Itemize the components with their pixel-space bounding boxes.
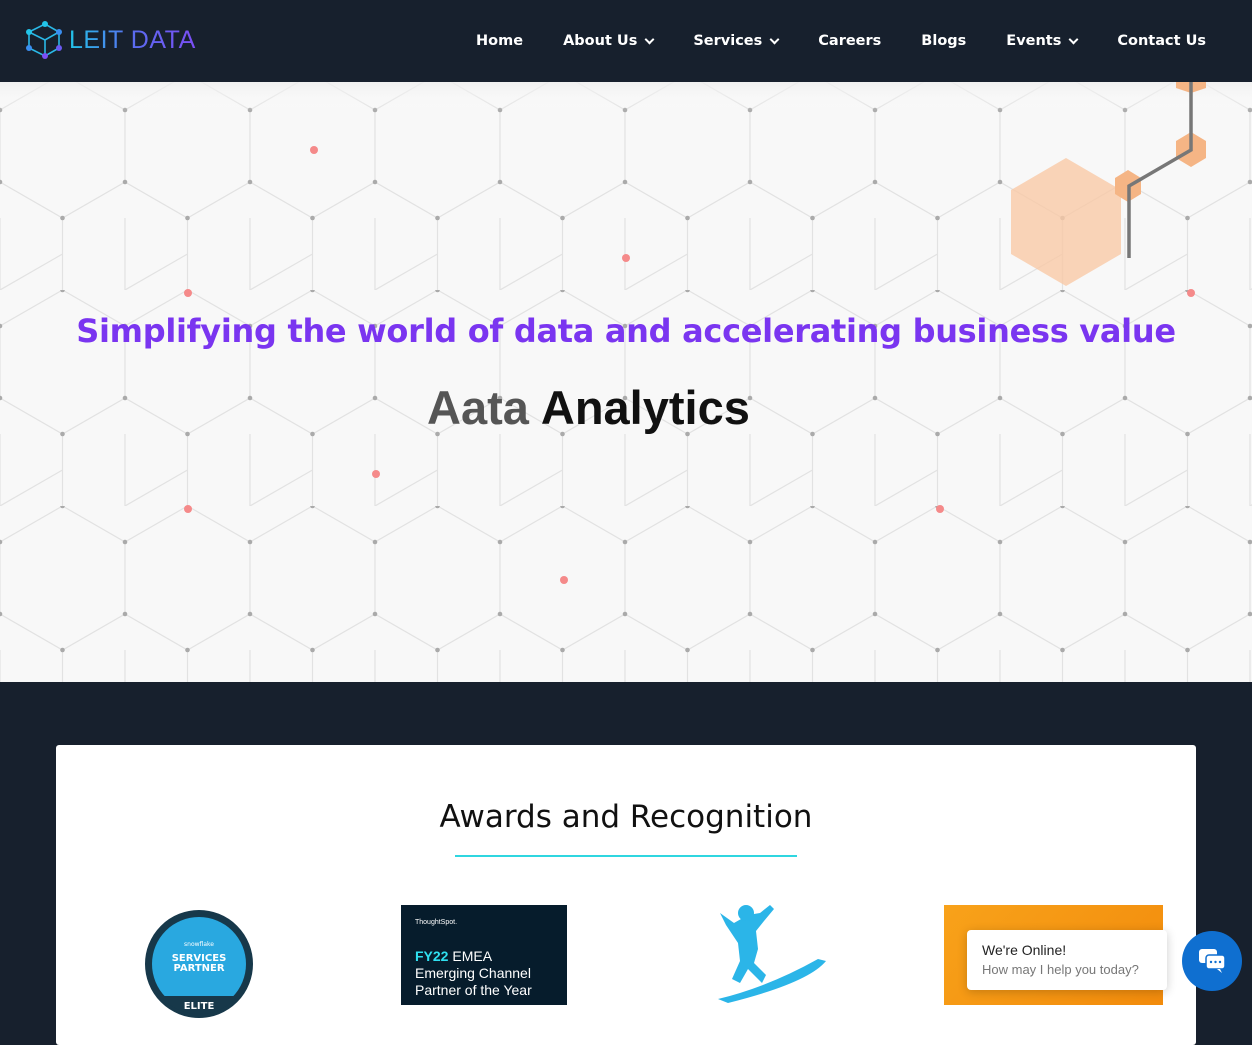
chevron-down-icon xyxy=(769,34,780,44)
hero-headline: Aata Analytics xyxy=(427,380,750,435)
open-chat-button[interactable] xyxy=(1182,931,1242,991)
badge-line: Emerging Channel xyxy=(415,965,531,981)
chat-greeting-popup[interactable]: We're Online! How may I help you today? xyxy=(967,930,1167,990)
nav-item-about-us[interactable]: About Us xyxy=(563,33,655,49)
chevron-down-icon xyxy=(1068,34,1079,44)
nav-item-label: Events xyxy=(1006,33,1062,49)
nav-item-label: About Us xyxy=(563,33,638,49)
cube-network-icon xyxy=(26,21,62,59)
nav-item-contact-us[interactable]: Contact Us xyxy=(1117,33,1206,49)
awards-section: Awards and Recognition snowflake SERVICE… xyxy=(56,745,1196,1045)
badge-line: EMEA xyxy=(448,948,493,964)
badge-brand: snowflake xyxy=(184,941,214,948)
snowflake-partner-badge: snowflake SERVICES PARTNER ELITE xyxy=(145,910,253,1018)
nav-item-events[interactable]: Events xyxy=(1006,33,1079,49)
badge-line: Partner of the Year xyxy=(415,982,532,998)
brand-name: LEIT DATA xyxy=(69,25,196,54)
thoughtspot-award-badge: ThoughtSpot. FY22 EMEA Emerging Channel … xyxy=(401,905,567,1005)
badge-line: ELITE xyxy=(152,996,246,1014)
nav-item-label: Careers xyxy=(818,33,882,49)
headline-word: Analytics xyxy=(540,381,750,434)
snowboarder-award-image xyxy=(716,905,826,1003)
badge-brand: ThoughtSpot. xyxy=(415,919,458,926)
nav-item-home[interactable]: Home xyxy=(476,33,523,49)
nav-item-blogs[interactable]: Blogs xyxy=(921,33,966,49)
badge-line: PARTNER xyxy=(173,963,225,974)
typing-animated-text: Aata xyxy=(427,381,529,434)
title-underline xyxy=(455,855,797,857)
hero-section: Simplifying the world of data and accele… xyxy=(0,82,1252,682)
main-menu: Home About Us Services Careers Blogs Events Co… xyxy=(476,0,1206,82)
nav-item-label: Services xyxy=(693,33,763,49)
chat-subtitle: How may I help you today? xyxy=(982,962,1139,977)
chevron-down-icon xyxy=(644,34,655,44)
nav-item-label: Blogs xyxy=(921,33,967,49)
hero-tagline: Simplifying the world of data and accele… xyxy=(76,312,1176,350)
nav-item-services[interactable]: Services xyxy=(693,33,780,49)
badge-year: FY22 xyxy=(415,948,449,964)
nav-item-label: Home xyxy=(476,33,524,49)
chat-bubbles-icon xyxy=(1199,949,1226,973)
awards-title: Awards and Recognition xyxy=(439,799,813,835)
chat-title: We're Online! xyxy=(982,942,1067,958)
nav-item-careers[interactable]: Careers xyxy=(818,33,881,49)
brand-logo[interactable]: LEIT DATA xyxy=(25,18,196,62)
top-navigation: LEIT DATA Home About Us Services Careers Blo… xyxy=(0,0,1252,82)
nav-item-label: Contact Us xyxy=(1117,33,1206,49)
